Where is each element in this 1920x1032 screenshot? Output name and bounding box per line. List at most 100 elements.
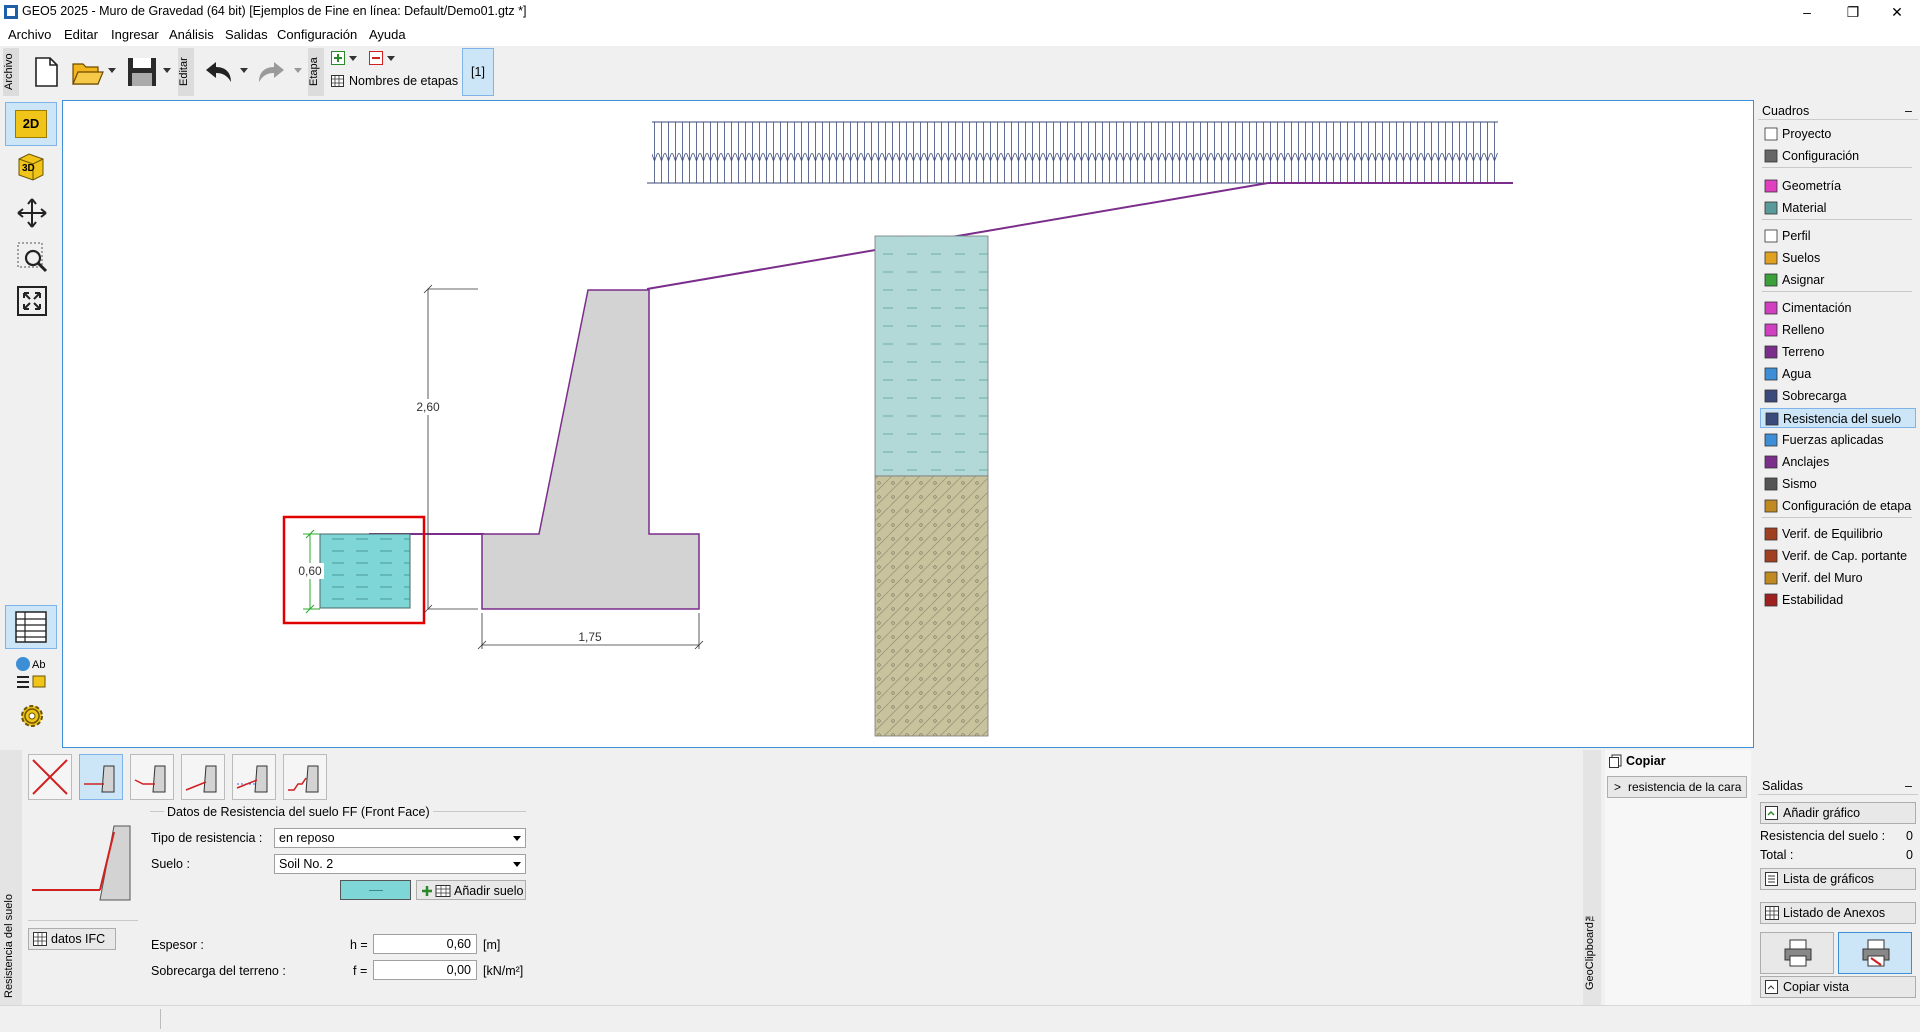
frame-item-backfill[interactable]: Relleno	[1760, 320, 1916, 340]
editar-tab[interactable]: Editar	[178, 48, 194, 96]
frame-item-label: Anclajes	[1782, 455, 1830, 469]
resistance-type-label: Tipo de resistencia :	[151, 831, 263, 845]
new-file-icon[interactable]	[28, 54, 64, 90]
print-preview-button[interactable]	[1838, 932, 1912, 974]
menu-archivo[interactable]: Archivo	[8, 27, 51, 42]
frame-item-stability[interactable]: Estabilidad	[1760, 590, 1916, 610]
material-icon	[1764, 201, 1778, 215]
copy-view-label: Copiar vista	[1783, 980, 1849, 994]
settings-gear-icon	[1764, 149, 1778, 163]
add-graphic-button[interactable]: Añadir gráfico	[1760, 802, 1916, 824]
ifc-table-icon	[33, 932, 47, 946]
menu-ingresar[interactable]: Ingresar	[111, 27, 159, 42]
view-3d-label: 3D	[22, 163, 35, 174]
chevron-down-icon	[513, 862, 521, 867]
copy-label[interactable]: Copiar	[1626, 754, 1666, 768]
redo-dropdown-icon[interactable]	[294, 68, 302, 74]
restore-button[interactable]: ❐	[1830, 0, 1876, 24]
resistance-type-select[interactable]: en reposo	[274, 828, 526, 848]
frame-item-material[interactable]: Material	[1760, 198, 1916, 218]
frame-item-resistance[interactable]: Resistencia del suelo	[1760, 408, 1916, 428]
minimize-button[interactable]: –	[1784, 0, 1830, 24]
frame-item-soils[interactable]: Suelos	[1760, 248, 1916, 268]
frame-item-surcharge[interactable]: Sobrecarga	[1760, 386, 1916, 406]
terrain-icon	[1764, 345, 1778, 359]
menu-ayuda[interactable]: Ayuda	[369, 27, 406, 42]
status-bar	[0, 1005, 1920, 1032]
menu-analisis[interactable]: Análisis	[169, 27, 214, 42]
soil-select[interactable]: Soil No. 2	[274, 854, 526, 874]
menu-configuracion[interactable]: Configuración	[277, 27, 357, 42]
print-button[interactable]	[1760, 932, 1834, 974]
frame-item-water[interactable]: Agua	[1760, 364, 1916, 384]
copy-view-button[interactable]: Copiar vista	[1760, 976, 1916, 998]
clipboard-item[interactable]: > resistencia de la cara	[1607, 776, 1747, 798]
frame-item-geometry[interactable]: Geometría	[1760, 176, 1916, 196]
archivo-tab[interactable]: Archivo	[3, 48, 19, 96]
frame-item-forces[interactable]: Fuerzas aplicadas	[1760, 430, 1916, 450]
frame-item-equilibrium[interactable]: Verif. de Equilibrio	[1760, 524, 1916, 544]
view-2d-button[interactable]: 2D	[5, 102, 57, 146]
drawing-canvas[interactable]: 2,60 0,60 1,75	[62, 100, 1754, 748]
geoclipboard-tab[interactable]: GeoClipboard™	[1584, 900, 1600, 1000]
remove-stage-icon[interactable]	[369, 51, 383, 65]
add-soil-button[interactable]: Añadir suelo	[416, 880, 526, 900]
view-3d-button[interactable]: 3D	[5, 144, 57, 188]
drawing-style-button[interactable]: Ab	[5, 649, 57, 693]
undo-icon[interactable]	[200, 54, 236, 90]
settings-button[interactable]	[5, 694, 57, 738]
frame-item-label: Asignar	[1782, 273, 1825, 287]
save-icon[interactable]	[124, 54, 160, 90]
frame-item-anchors[interactable]: Anclajes	[1760, 452, 1916, 472]
resistance-tab[interactable]: Resistencia del suelo	[3, 890, 19, 1002]
redo-icon[interactable]	[254, 54, 290, 90]
open-folder-icon[interactable]	[70, 54, 106, 90]
clipboard-panel: Copiar > resistencia de la cara	[1605, 750, 1751, 1005]
annex-list-button[interactable]: Listado de Anexos	[1760, 902, 1916, 924]
add-stage-dropdown-icon[interactable]	[349, 56, 357, 62]
frame-item-settings-gear[interactable]: Configuración	[1760, 146, 1916, 166]
open-dropdown-icon[interactable]	[108, 68, 116, 74]
menu-salidas[interactable]: Salidas	[225, 27, 268, 42]
frame-item-bearing[interactable]: Verif. de Cap. portante	[1760, 546, 1916, 566]
gravity-wall[interactable]	[481, 289, 700, 610]
pan-button[interactable]	[5, 190, 57, 234]
frames-collapse-button[interactable]: –	[1905, 102, 1912, 120]
frame-item-foundation[interactable]: Cimentación	[1760, 298, 1916, 318]
outputs-collapse-button[interactable]: –	[1905, 777, 1912, 795]
cross-icon	[32, 759, 68, 795]
undo-dropdown-icon[interactable]	[240, 68, 248, 74]
resistance-type-4-button[interactable]	[232, 754, 276, 800]
frame-item-profile[interactable]: Perfil	[1760, 226, 1916, 246]
frame-item-assign[interactable]: Asignar	[1760, 270, 1916, 290]
remove-resistance-button[interactable]	[28, 754, 72, 800]
resistance-type-2-button[interactable]	[130, 754, 174, 800]
terrain-line[interactable]	[646, 182, 1513, 290]
resistance-type-1-button[interactable]	[79, 754, 123, 800]
surcharge-input[interactable]: 0,00	[373, 960, 477, 980]
surcharge-load[interactable]	[652, 122, 1498, 183]
style-settings-icon: Ab	[16, 657, 46, 688]
thickness-input[interactable]: 0,60	[373, 934, 477, 954]
resistance-type-5-button[interactable]	[283, 754, 327, 800]
menu-editar[interactable]: Editar	[64, 27, 98, 42]
frame-item-earthquake[interactable]: Sismo	[1760, 474, 1916, 494]
resistance-type-3-button[interactable]	[181, 754, 225, 800]
ifc-data-button[interactable]: datos IFC	[28, 928, 116, 950]
etapa-tab[interactable]: Etapa	[308, 48, 324, 96]
frame-item-wall-check[interactable]: Verif. del Muro	[1760, 568, 1916, 588]
frame-item-terrain[interactable]: Terreno	[1760, 342, 1916, 362]
frame-item-project[interactable]: Proyecto	[1760, 124, 1916, 144]
graphics-list-button[interactable]: Lista de gráficos	[1760, 868, 1916, 890]
stage-names-button[interactable]: Nombres de etapas	[349, 74, 458, 88]
remove-stage-dropdown-icon[interactable]	[387, 56, 395, 62]
close-button[interactable]: ✕	[1874, 0, 1920, 24]
frame-item-stage-settings[interactable]: Configuración de etapa	[1760, 496, 1916, 516]
stage-1-button[interactable]: [1]	[462, 48, 494, 96]
add-stage-icon[interactable]	[331, 51, 345, 65]
add-graphic-label: Añadir gráfico	[1783, 806, 1861, 820]
zoom-window-button[interactable]	[5, 234, 57, 278]
zoom-extents-button[interactable]	[5, 278, 57, 322]
table-view-button[interactable]	[5, 605, 57, 649]
save-dropdown-icon[interactable]	[163, 68, 171, 74]
